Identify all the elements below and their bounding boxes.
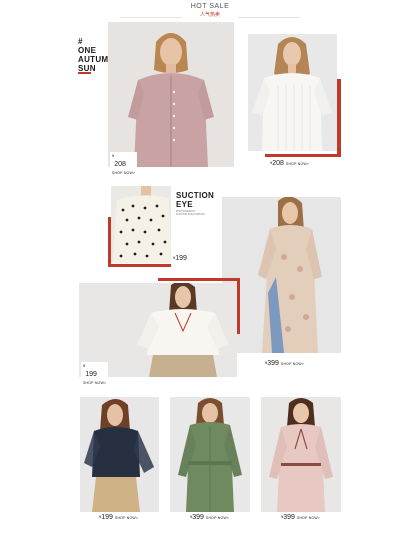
shop-now-link[interactable]: SHOP NOW> [206, 516, 229, 520]
price-tag[interactable]: ¥199 SHOP NOW> [81, 362, 109, 386]
tag-line: EYE [176, 200, 193, 209]
header-divider-left [120, 17, 182, 18]
accent-bar-vertical [237, 278, 240, 334]
model-green-shirt-dress-photo [170, 397, 250, 512]
shop-now-link[interactable]: SHOP NOW> [115, 516, 138, 520]
tag-line: SUCTION [176, 191, 215, 200]
price: ¥208 [112, 153, 126, 168]
accent-bar-horizontal [265, 154, 341, 157]
accent-bar-horizontal [158, 278, 240, 281]
price: ¥199 [173, 255, 187, 262]
model-white-knit-top-photo [248, 34, 337, 151]
tag-caption: PHOTOGRAPHY SUCTION EYE FASHION [176, 210, 205, 216]
product-photo[interactable] [108, 22, 234, 167]
price: ¥199 [83, 363, 97, 378]
shop-now-link[interactable]: SHOP NOW> [112, 171, 135, 175]
price: ¥399 [281, 514, 295, 521]
price-tag[interactable]: ¥399 SHOP NOW> [265, 360, 304, 367]
product-photo[interactable] [111, 186, 171, 263]
model-sheer-navy-blouse-photo [80, 397, 159, 512]
accent-bar-vertical [337, 79, 341, 156]
price: ¥399 [190, 514, 204, 521]
model-pink-bow-dress-photo [261, 397, 341, 512]
price: ¥199 [99, 514, 113, 521]
price-tag[interactable]: ¥199 SHOP NOW> [99, 514, 138, 521]
model-tweed-jacket-photo [108, 22, 234, 167]
price: ¥399 [265, 360, 279, 367]
price-tag[interactable]: ¥399 SHOP NOW> [281, 514, 320, 521]
accent-bar-horizontal [108, 264, 171, 267]
polka-dot-blouse-photo [111, 186, 171, 263]
section-tag-suction-eye: # SUCTION EYE [176, 191, 214, 209]
price: ¥208 [270, 160, 284, 167]
price-tag[interactable]: ¥199 [173, 255, 187, 262]
shop-now-link[interactable]: SHOP NOW> [286, 162, 309, 166]
product-photo[interactable] [261, 397, 341, 512]
shop-now-link[interactable]: SHOP NOW> [281, 362, 304, 366]
product-photo[interactable] [80, 397, 159, 512]
shop-now-link[interactable]: SHOP NOW> [297, 516, 320, 520]
price-tag[interactable]: ¥208 SHOP NOW> [270, 160, 309, 167]
caption-line: SUCTION EYE FASHION [176, 213, 205, 216]
header-divider-right [238, 17, 300, 18]
section-subtitle: 人气热卖 [199, 12, 220, 18]
price-tag[interactable]: ¥399 SHOP NOW> [190, 514, 229, 521]
tag-underline [78, 72, 91, 74]
product-photo[interactable] [170, 397, 250, 512]
shop-now-link[interactable]: SHOP NOW> [83, 381, 106, 385]
product-photo[interactable] [248, 34, 337, 151]
price-tag[interactable]: ¥208 SHOP NOW> [110, 152, 138, 176]
section-title: HOT SALE [190, 3, 230, 10]
